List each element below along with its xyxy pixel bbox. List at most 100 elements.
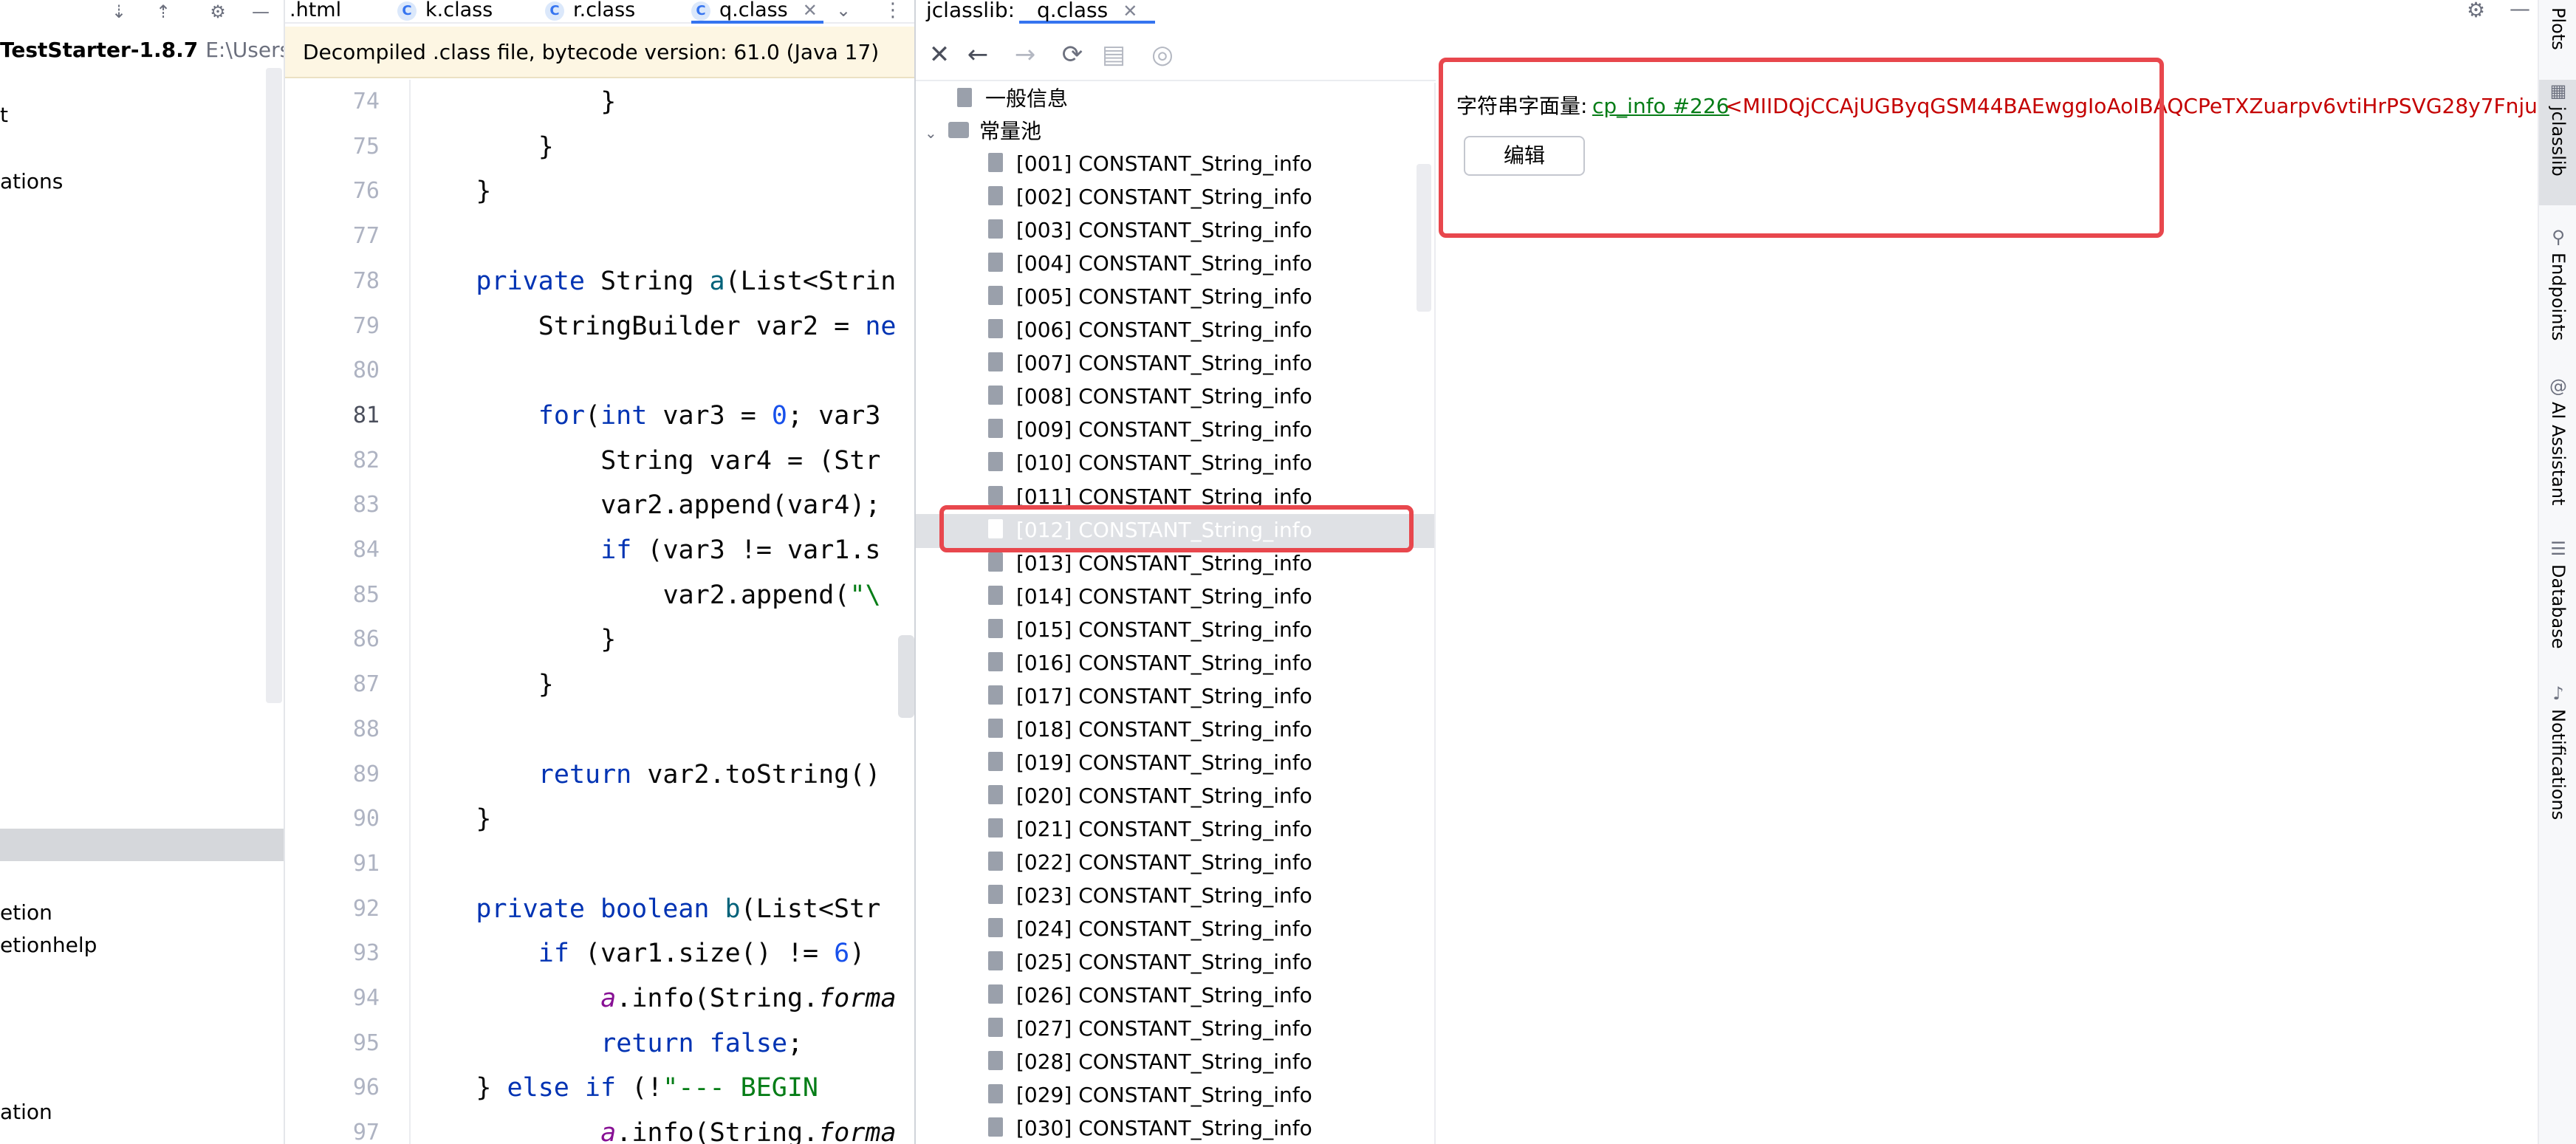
close-tab-icon[interactable]: ✕ [1123, 1, 1137, 21]
constant-pool-item[interactable]: [004] CONSTANT_String_info [988, 247, 1312, 280]
gear-icon[interactable]: ⚙ [207, 1, 229, 22]
chevron-down-icon[interactable]: ⌄ [925, 117, 941, 149]
line-number[interactable]: 93 [321, 931, 380, 976]
constant-pool-item[interactable]: [005] CONSTANT_String_info [988, 281, 1312, 313]
tab-k-class[interactable]: Ck.class [397, 0, 493, 24]
project-selected-row[interactable] [0, 829, 284, 861]
project-scrollbar[interactable] [266, 68, 282, 703]
line-number[interactable]: 91 [321, 842, 380, 886]
tree-scrollbar[interactable] [1417, 164, 1431, 312]
line-number[interactable]: 97 [321, 1111, 380, 1144]
forward-icon[interactable]: → [1010, 40, 1040, 69]
gear-icon[interactable]: ⚙ [2467, 0, 2485, 21]
project-tree-item[interactable]: t [0, 102, 8, 129]
project-tree-item[interactable]: etion [0, 900, 52, 926]
tool-window-plots[interactable]: Plots [2539, 3, 2576, 50]
jclasslib-tab-q-class[interactable]: q.class ✕ [1019, 0, 1156, 24]
tool-window-label: Database [2548, 564, 2569, 649]
constant-pool-item[interactable]: [002] CONSTANT_String_info [988, 181, 1312, 213]
constant-pool-item[interactable]: [001] CONSTANT_String_info [988, 148, 1312, 180]
project-tree-item[interactable]: etionhelp [0, 932, 97, 959]
code-editor[interactable]: }}} private String a(List<Strin StringBuil… [411, 80, 914, 1144]
constant-pool-item[interactable]: [009] CONSTANT_String_info [988, 414, 1312, 446]
constant-pool-item[interactable]: [026] CONSTANT_String_info [988, 979, 1312, 1012]
constant-pool-item[interactable]: [021] CONSTANT_String_info [988, 813, 1312, 846]
tree-item-general-info[interactable]: 一般信息 [957, 83, 1068, 115]
constant-pool-item[interactable]: [010] CONSTANT_String_info [988, 447, 1312, 479]
code-token: a [600, 984, 617, 1013]
line-number[interactable]: 96 [321, 1066, 380, 1110]
constant-pool-item[interactable]: [030] CONSTANT_String_info [988, 1112, 1312, 1144]
constant-pool-item[interactable]: [016] CONSTANT_String_info [988, 647, 1312, 679]
line-number[interactable]: 88 [321, 708, 380, 752]
line-number[interactable]: 89 [321, 753, 380, 797]
tool-window-ai-assistant[interactable]: @ AI Assistant [2539, 375, 2576, 505]
project-root[interactable]: TestStarter-1.8.7E:\Users\xia [0, 35, 284, 65]
line-number[interactable]: 77 [321, 214, 380, 258]
constant-pool-item[interactable]: [018] CONSTANT_String_info [988, 713, 1312, 746]
constant-pool-item[interactable]: [003] CONSTANT_String_info [988, 214, 1312, 247]
line-number[interactable]: 94 [321, 976, 380, 1021]
minimize-icon[interactable]: — [250, 1, 272, 22]
expand-all-icon[interactable]: ⇣ [108, 1, 130, 22]
line-number[interactable]: 81 [321, 394, 380, 438]
constant-pool-item-label: [019] CONSTANT_String_info [1016, 750, 1312, 775]
constant-pool-item[interactable]: [014] CONSTANT_String_info [988, 580, 1312, 613]
line-number[interactable]: 95 [321, 1021, 380, 1066]
editor-scrollbar[interactable] [898, 635, 914, 718]
constant-pool-item[interactable]: [015] CONSTANT_String_info [988, 614, 1312, 646]
project-tree-item[interactable]: ation [0, 1099, 52, 1126]
constant-pool-item[interactable]: [029] CONSTANT_String_info [988, 1079, 1312, 1112]
project-tree-item[interactable]: ations [0, 168, 63, 195]
line-number[interactable]: 86 [321, 617, 380, 662]
tool-window-database[interactable]: ☰ Database [2539, 538, 2576, 649]
chevron-down-icon[interactable]: ⌄ [836, 0, 851, 21]
constant-pool-item-label: [022] CONSTANT_String_info [1016, 850, 1312, 875]
code-token: (! [631, 1073, 663, 1103]
line-number[interactable]: 85 [321, 573, 380, 617]
constant-pool-item[interactable]: [019] CONSTANT_String_info [988, 747, 1312, 779]
constant-pool-item[interactable]: [017] CONSTANT_String_info [988, 680, 1312, 713]
tool-window-jclasslib[interactable]: ▦ jclasslib [2539, 80, 2576, 205]
constant-pool-item[interactable]: [020] CONSTANT_String_info [988, 780, 1312, 812]
refresh-icon[interactable]: ⟳ [1058, 40, 1087, 69]
tab-r-class[interactable]: Cr.class [545, 0, 635, 24]
constant-pool-item[interactable]: [027] CONSTANT_String_info [988, 1013, 1312, 1045]
line-number[interactable]: 78 [321, 259, 380, 304]
minimize-icon[interactable]: — [2510, 0, 2530, 19]
tab-label: k.class [425, 0, 493, 21]
line-number[interactable]: 75 [321, 125, 380, 169]
line-number[interactable]: 84 [321, 528, 380, 572]
tab-html[interactable]: .html [290, 0, 341, 24]
constant-pool-tree[interactable]: 一般信息 ⌄ 常量池 [001] CONSTANT_String_info [002… [916, 83, 1436, 1144]
tool-window-notifications[interactable]: ♪ Notifications [2539, 682, 2576, 820]
line-number[interactable]: 83 [321, 483, 380, 527]
constant-pool-item[interactable]: [022] CONSTANT_String_info [988, 846, 1312, 879]
collapse-all-icon[interactable]: ⇡ [152, 1, 174, 22]
constant-pool-item[interactable]: [007] CONSTANT_String_info [988, 347, 1312, 380]
tab-q-class[interactable]: Cq.class ✕ [691, 0, 823, 24]
line-number[interactable]: 87 [321, 662, 380, 707]
line-number[interactable]: 74 [321, 80, 380, 124]
constant-pool-item[interactable]: [006] CONSTANT_String_info [988, 314, 1312, 346]
save-icon[interactable]: ▤ [1099, 40, 1128, 69]
constant-pool-item[interactable]: [024] CONSTANT_String_info [988, 913, 1312, 945]
line-number[interactable]: 82 [321, 439, 380, 483]
line-number[interactable]: 92 [321, 887, 380, 931]
jclasslib-icon: ▦ [2549, 81, 2567, 101]
line-number[interactable]: 90 [321, 797, 380, 841]
line-number[interactable]: 80 [321, 349, 380, 393]
constant-pool-item[interactable]: [025] CONSTANT_String_info [988, 946, 1312, 979]
line-number[interactable]: 76 [321, 169, 380, 213]
line-number[interactable]: 79 [321, 304, 380, 349]
tool-window-endpoints[interactable]: ⚲ Endpoints [2539, 226, 2576, 340]
constant-pool-item[interactable]: [008] CONSTANT_String_info [988, 380, 1312, 413]
tree-item-constant-pool[interactable]: ⌄ 常量池 [925, 115, 1041, 148]
back-icon[interactable]: ← [963, 40, 993, 69]
close-tab-icon[interactable]: ✕ [803, 0, 818, 21]
constant-pool-item[interactable]: [028] CONSTANT_String_info [988, 1046, 1312, 1078]
constant-pool-item[interactable]: [023] CONSTANT_String_info [988, 880, 1312, 912]
more-vertical-icon[interactable]: ⋮ [883, 0, 902, 21]
browser-icon[interactable]: ◎ [1148, 40, 1177, 69]
close-icon[interactable]: ✕ [925, 40, 954, 69]
